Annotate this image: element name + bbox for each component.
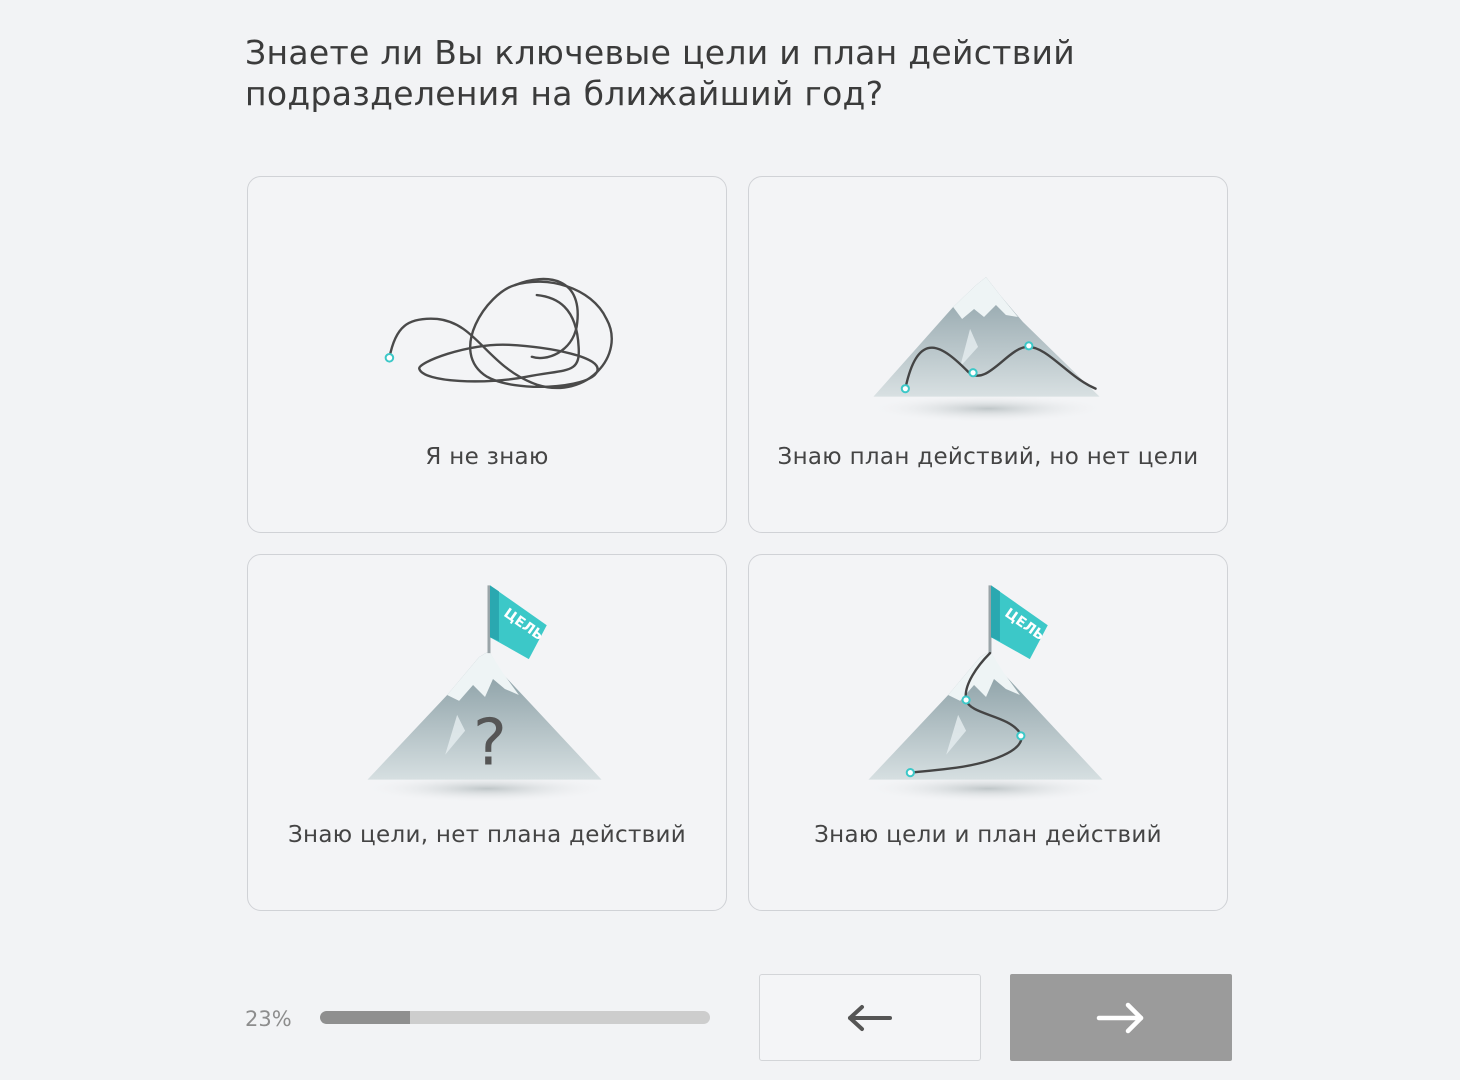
question-title: Знаете ли Вы ключевые цели и план действ…	[245, 33, 1075, 113]
option-label: Знаю цели, нет плана действий	[288, 822, 686, 848]
survey-screen: Знаете ли Вы ключевые цели и план действ…	[0, 0, 1460, 1080]
option-card-goal-and-plan[interactable]: ЦЕЛЬ Знаю цели и план действий	[748, 554, 1228, 911]
arrow-left-icon	[848, 1004, 892, 1031]
option-label: Я не знаю	[425, 444, 549, 470]
progress-percent: 23%	[245, 1007, 292, 1031]
next-button[interactable]	[1010, 974, 1232, 1061]
progress-bar-fill	[320, 1011, 410, 1024]
mountain-flag-question-icon: ЦЕЛЬ ?	[362, 585, 612, 803]
progress-bar	[320, 1011, 710, 1024]
arrow-right-icon	[1096, 1002, 1144, 1033]
option-label: Знаю цели и план действий	[814, 822, 1162, 848]
back-button[interactable]	[759, 974, 981, 1061]
option-card-dont-know[interactable]: Я не знаю	[247, 176, 727, 533]
option-label: Знаю план действий, но нет цели	[777, 444, 1199, 470]
svg-text:?: ?	[473, 707, 507, 781]
tangled-line-icon	[384, 277, 613, 390]
mountain-path-icon	[868, 277, 1108, 423]
option-card-plan-no-goal[interactable]: Знаю план действий, но нет цели	[748, 176, 1228, 533]
option-card-goal-no-plan[interactable]: ЦЕЛЬ ? Знаю цели, нет плана действий	[247, 554, 727, 911]
mountain-flag-path-icon: ЦЕЛЬ	[863, 585, 1113, 803]
